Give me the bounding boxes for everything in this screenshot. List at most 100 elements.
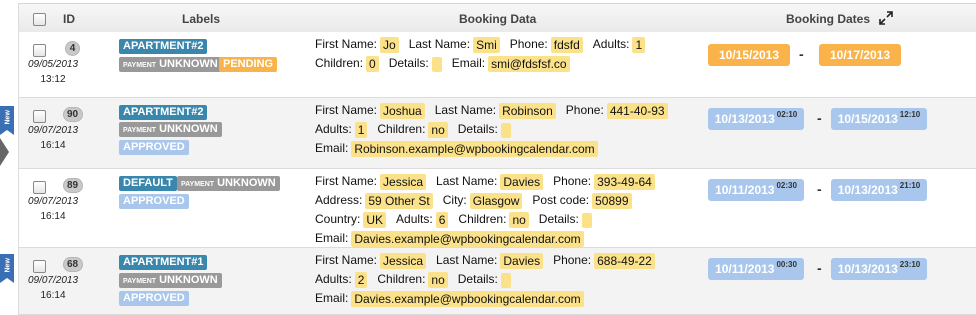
field-name: Adults: [315,122,352,137]
booking-data-line: Country: UK Adults: 6 Children: no Details: [315,212,602,228]
table-header: ID Labels Booking Data Booking Dates [19,3,976,35]
approval-status-label: APPROVED [119,140,189,155]
new-flag-text: New [4,258,12,273]
booking-data-line: Email: Davies.example@wpbookingcalendar.c… [315,291,594,307]
booking-created-time: 13:12 [40,74,66,85]
booking-data-line: First Name: Jo Last Name: Smi Phone: fdsfd Adu… [315,37,655,53]
field-value: Smi [473,37,500,53]
expand-arrows-icon[interactable] [879,11,893,25]
booking-data-line: First Name: Jessica Last Name: Davies Phone:… [315,253,665,269]
check-in-date[interactable]: 10/11/2013 00:30 [708,258,804,280]
payment-label-value: UNKNOWN [217,177,276,189]
resource-label[interactable]: APARTMENT#2 [119,39,208,54]
payment-label-value: UNKNOWN [159,58,218,70]
time-value: 12:10 [899,110,921,119]
field-name: Children: [377,122,426,137]
field-name: Phone: [553,253,592,268]
booking-id-badge: 68 [62,257,83,272]
field-value: Davies.example@wpbookingcalendar.com [351,291,584,307]
field-value: 59 Other St [365,193,433,209]
date-value: 10/13/2013 [714,112,775,126]
field-value [581,212,592,228]
field-value: no [428,122,448,138]
booking-id-badge: 90 [62,107,83,122]
field-value: no [428,272,448,288]
time-value: 23:10 [899,260,921,269]
field-name: Adults: [396,212,433,227]
date-value: 10/15/2013 [837,112,898,126]
table-row: 68 09/07/2013 16:14 APARTMENT#1 PAYMENT UNKNO… [19,248,976,315]
field-value: 50899 [592,193,632,209]
check-in-date[interactable]: 10/15/2013 [708,44,790,66]
field-value [500,272,511,288]
time-value: 00:30 [776,260,797,269]
field-value: 2 [354,272,368,288]
date-value: 10/13/2013 [837,183,898,197]
field-value: 1 [354,122,368,138]
field-name: Last Name: [434,103,497,118]
booking-id-badge: 4 [65,41,80,56]
check-out-date[interactable]: 10/15/2013 12:10 [831,108,927,130]
field-value: 393-49-64 [594,174,655,190]
date-range-separator: - [817,181,822,197]
check-out-date[interactable]: 10/13/2013 23:10 [831,258,927,280]
table-row: 90 09/07/2013 16:14 APARTMENT#2 PAYMENT UNKNO… [19,98,976,169]
date-range-separator: - [799,46,804,62]
field-value [431,56,442,72]
resource-label[interactable]: APARTMENT#2 [119,105,208,120]
field-name: City: [442,193,467,208]
new-flag-icon: New [0,254,14,283]
booking-created-date: 09/07/2013 [27,125,79,136]
field-value: Jessica [380,253,427,269]
field-name: Adults: [315,272,352,287]
time-value: 02:30 [776,181,797,190]
field-name: Phone: [509,37,548,52]
check-in-date[interactable]: 10/11/2013 02:30 [708,179,804,201]
booking-id-badge: 89 [62,178,83,193]
check-out-date[interactable]: 10/13/2013 21:10 [831,179,927,201]
payment-status-label: PAYMENT UNKNOWN [119,273,222,288]
row-checkbox[interactable] [33,110,46,123]
field-name: Email: [315,291,349,306]
field-name: Country: [315,212,361,227]
field-value: Davies.example@wpbookingcalendar.com [351,231,584,247]
booking-created-date: 09/07/2013 [27,275,79,286]
row-checkbox[interactable] [33,181,46,194]
field-name: Children: [315,56,364,71]
field-value: smi@fdsfsf.co [488,56,570,72]
booking-data-line: Children: 0 Details: Email: smi@fdsfsf.co [315,56,580,72]
approval-status-label: APPROVED [119,291,189,306]
field-name: Details: [538,212,579,227]
resource-label[interactable]: DEFAULT [119,176,177,191]
field-name: Adults: [592,37,630,52]
date-range-separator: - [817,260,822,276]
field-name: First Name: [315,103,378,118]
payment-status-label: PAYMENT UNKNOWN [177,176,280,191]
booking-data-line: Email: Davies.example@wpbookingcalendar.c… [315,231,594,247]
header-id: ID [63,12,75,26]
time-value: 21:10 [899,181,921,190]
resource-label[interactable]: APARTMENT#1 [119,255,208,270]
date-value: 10/15/2013 [718,48,780,62]
field-name: Phone: [565,103,604,118]
field-value: 441-40-93 [606,103,668,119]
field-name: Address: [315,193,363,208]
check-out-date[interactable]: 10/17/2013 [819,44,901,66]
row-checkbox[interactable] [33,260,46,273]
new-flag-icon: New [0,106,14,135]
field-name: Email: [315,141,349,156]
booking-data-line: First Name: Joshua Last Name: Robinson Phone… [315,103,678,119]
check-in-date[interactable]: 10/13/2013 02:10 [708,108,804,130]
booking-data-line: Email: Robinson.example@wpbookingcalendar… [315,141,608,157]
field-value: Robinson [499,103,556,119]
row-pointer-arrow-icon [0,138,9,166]
booking-data-line: Address: 59 Other St City: Glasgow Post code… [315,193,642,209]
select-all-checkbox[interactable] [33,13,46,26]
payment-label-prefix: PAYMENT [123,278,157,285]
row-checkbox[interactable] [33,44,46,57]
payment-label-prefix: PAYMENT [181,181,215,188]
field-value: 6 [435,212,449,228]
booking-data-line: Adults: 2 Children: no Details: [315,272,521,288]
field-name: Children: [458,212,507,227]
booking-created-date: 09/07/2013 [27,196,79,207]
